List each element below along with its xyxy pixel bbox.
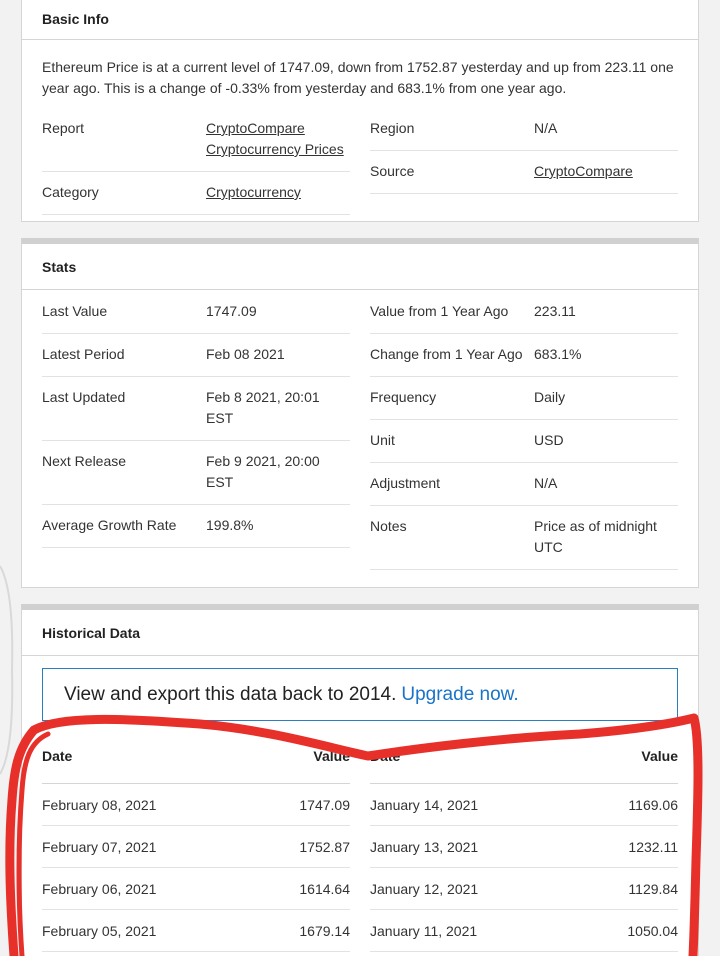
stat-value: Feb 08 2021: [206, 346, 285, 362]
stat-key: Frequency: [370, 389, 437, 405]
row-date: January 11, 2021: [370, 922, 478, 939]
row-date: January 14, 2021: [370, 796, 479, 813]
row-date: January 12, 2021: [370, 880, 479, 897]
stat-row: Last Updated Feb 8 2021, 20:01 EST: [42, 377, 350, 441]
stat-value: 683.1%: [534, 346, 582, 362]
row-value: 1679.14: [299, 922, 350, 939]
basic-info-left-column: Report CryptoCompare Cryptocurrency Pric…: [42, 108, 350, 215]
report-link-cryptocurrency-prices[interactable]: Cryptocurrency Prices: [206, 141, 344, 157]
category-link[interactable]: Cryptocurrency: [206, 184, 301, 200]
stat-value: Feb 8 2021, 20:01 EST: [206, 389, 320, 426]
history-table-left: Date Value February 08, 2021 1747.09 Febr…: [42, 728, 350, 952]
stat-value: 1747.09: [206, 303, 257, 319]
stat-row: Change from 1 Year Ago 683.1%: [370, 334, 678, 377]
row-date: February 06, 2021: [42, 880, 157, 897]
info-value: CryptoCompare Cryptocurrency Prices: [206, 118, 350, 160]
stat-row: Next Release Feb 9 2021, 20:00 EST: [42, 441, 350, 505]
info-key: Region: [370, 120, 415, 136]
info-key: Category: [42, 184, 99, 200]
table-row: February 05, 2021 1679.14: [42, 910, 350, 952]
stats-panel: Stats Last Value 1747.09 Latest Period Feb…: [21, 238, 699, 588]
table-row: January 11, 2021 1050.04: [370, 910, 678, 952]
info-key: Report: [42, 120, 85, 136]
info-row-report: Report CryptoCompare Cryptocurrency Pric…: [42, 108, 350, 172]
stat-key: Unit: [370, 432, 395, 448]
history-table-right: Date Value January 14, 2021 1169.06 Janua…: [370, 728, 678, 952]
stats-left-column: Last Value 1747.09 Latest Period Feb 08 20…: [42, 291, 350, 548]
basic-info-description: Ethereum Price is at a current level of …: [42, 59, 674, 96]
info-row-category: Category Cryptocurrency: [42, 172, 350, 215]
upgrade-text: View and export this data back to 2014.: [64, 683, 397, 705]
stat-row: Value from 1 Year Ago 223.11: [370, 291, 678, 334]
stats-title: Stats: [22, 244, 698, 290]
column-header-value[interactable]: Value: [641, 748, 678, 764]
row-value: 1752.87: [299, 838, 350, 855]
stat-key: Latest Period: [42, 346, 125, 362]
stat-row: Frequency Daily: [370, 377, 678, 420]
basic-info-right-column: Region N/A Source CryptoCompare: [370, 108, 678, 194]
stat-value: Price as of midnight UTC: [534, 518, 657, 555]
stat-value: N/A: [534, 475, 558, 491]
stat-value: Daily: [534, 389, 566, 405]
info-key: Source: [370, 163, 415, 179]
table-row: February 07, 2021 1752.87: [42, 826, 350, 868]
table-row: January 13, 2021 1232.11: [370, 826, 678, 868]
row-value: 1050.04: [627, 922, 678, 939]
stat-row: Unit USD: [370, 420, 678, 463]
table-row: January 12, 2021 1129.84: [370, 868, 678, 910]
table-header: Date Value: [370, 728, 678, 784]
stat-key: Change from 1 Year Ago: [370, 346, 523, 362]
row-date: February 05, 2021: [42, 922, 157, 939]
source-link[interactable]: CryptoCompare: [534, 163, 633, 179]
stat-row: Last Value 1747.09: [42, 291, 350, 334]
row-value: 1747.09: [299, 796, 350, 813]
info-value: N/A: [534, 120, 558, 136]
upgrade-now-link[interactable]: Upgrade now.: [401, 684, 518, 706]
column-header-value[interactable]: Value: [313, 748, 350, 764]
row-value: 1232.11: [628, 838, 678, 855]
table-row: January 14, 2021 1169.06: [370, 784, 678, 826]
row-value: 1169.06: [628, 796, 678, 813]
column-header-date[interactable]: Date: [42, 748, 72, 764]
info-row-source: Source CryptoCompare: [370, 151, 678, 194]
row-date: February 08, 2021: [42, 796, 157, 813]
row-value: 1614.64: [299, 880, 350, 897]
row-value: 1129.84: [628, 880, 678, 897]
upgrade-banner: View and export this data back to 2014. …: [42, 668, 678, 721]
stat-key: Notes: [370, 518, 407, 534]
stat-value: 223.11: [534, 303, 576, 319]
stat-row: Latest Period Feb 08 2021: [42, 334, 350, 377]
stat-value: 199.8%: [206, 517, 254, 533]
historical-data-title: Historical Data: [22, 610, 698, 656]
basic-info-title: Basic Info: [22, 0, 698, 40]
stat-value: USD: [534, 432, 564, 448]
stat-key: Next Release: [42, 453, 127, 469]
stat-key: Adjustment: [370, 475, 441, 491]
row-date: January 13, 2021: [370, 838, 479, 855]
stat-row: Adjustment N/A: [370, 463, 678, 506]
table-row: February 08, 2021 1747.09: [42, 784, 350, 826]
info-row-region: Region N/A: [370, 108, 678, 151]
stat-key: Average Growth Rate: [42, 517, 177, 533]
row-date: February 07, 2021: [42, 838, 157, 855]
stat-value: Feb 9 2021, 20:00 EST: [206, 453, 320, 490]
report-link-cryptocompare[interactable]: CryptoCompare: [206, 120, 305, 136]
edge-overlay-arc: [0, 565, 14, 775]
column-header-date[interactable]: Date: [370, 748, 400, 764]
historical-data-panel: Historical Data View and export this dat…: [21, 604, 699, 956]
stats-right-column: Value from 1 Year Ago 223.11 Change from …: [370, 291, 678, 570]
table-header: Date Value: [42, 728, 350, 784]
stat-row: Notes Price as of midnight UTC: [370, 506, 678, 570]
stat-key: Last Value: [42, 303, 108, 319]
table-row: February 06, 2021 1614.64: [42, 868, 350, 910]
stat-row: Average Growth Rate 199.8%: [42, 505, 350, 548]
stat-key: Last Updated: [42, 389, 126, 405]
basic-info-panel: Basic Info Ethereum Price is at a curren…: [21, 0, 699, 222]
stat-key: Value from 1 Year Ago: [370, 303, 509, 319]
